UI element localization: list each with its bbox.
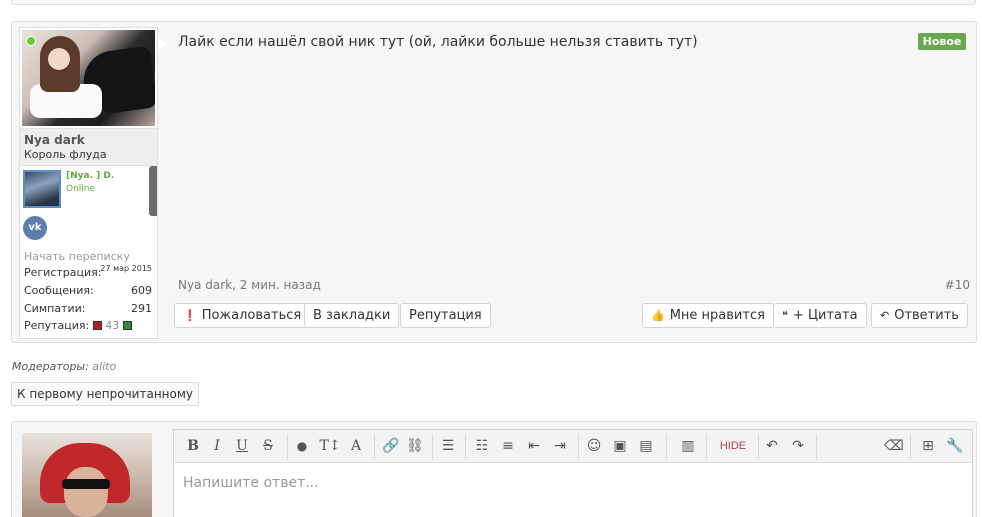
wrench-icon[interactable]: 🔧 xyxy=(946,437,963,455)
quote-button[interactable]: ❝ + Цитата xyxy=(773,303,867,328)
previous-post-edge xyxy=(11,0,976,5)
moderators-line: Модераторы: alito xyxy=(12,360,117,373)
report-button[interactable]: ❗ Пожаловаться xyxy=(174,303,311,328)
font-family-icon[interactable]: A xyxy=(348,437,364,455)
clan-name[interactable]: [Nya. ] D. xyxy=(66,171,114,181)
user-avatar[interactable] xyxy=(22,30,155,126)
undo-icon[interactable]: ↶ xyxy=(764,437,780,455)
strikethrough-icon[interactable]: S xyxy=(261,437,275,455)
post-meta[interactable]: Nya dark, 2 мин. назад xyxy=(178,278,321,292)
start-conversation-link[interactable]: Начать переписку xyxy=(24,250,130,263)
reputation-value: 43 xyxy=(105,319,120,332)
bold-icon[interactable]: B xyxy=(186,437,200,455)
reply-editor: B I U S ● T↕ A 🔗 ⛓ ☰ ☷ ≡ ⇤ ⇥ ☺ ▣ ▤ ▥ HID… xyxy=(173,429,973,517)
side-panel-toggle[interactable] xyxy=(149,166,157,216)
reputation-minus-icon[interactable] xyxy=(92,321,102,330)
stat-messages: Сообщения: 609 xyxy=(24,284,152,297)
first-unread-button[interactable]: К первому непрочитанному xyxy=(11,382,200,406)
unlink-icon[interactable]: ⛓ xyxy=(406,437,424,455)
stat-registration: Регистрация: 27 мар 2015 xyxy=(24,264,152,279)
reply-button[interactable]: ↶ Ответить xyxy=(871,303,968,328)
italic-icon[interactable]: I xyxy=(210,437,224,455)
quote-icon: ❝ xyxy=(782,309,788,322)
smiley-icon[interactable]: ☺ xyxy=(586,437,602,455)
post-number[interactable]: #10 xyxy=(945,278,970,292)
reputation-plus-icon[interactable] xyxy=(122,321,132,330)
post-message: Лайк если нашёл свой ник тут (ой, лайки … xyxy=(178,34,698,50)
font-size-icon[interactable]: T↕ xyxy=(319,437,341,455)
remove-format-icon[interactable]: ⌫ xyxy=(884,437,904,455)
save-draft-icon[interactable]: ▥ xyxy=(680,437,696,455)
user-title: Король флуда xyxy=(24,148,107,161)
underline-icon[interactable]: U xyxy=(235,437,249,455)
reply-arrow-icon: ↶ xyxy=(880,309,890,322)
like-button[interactable]: 👍 Мне нравится xyxy=(642,303,774,328)
outdent-icon[interactable]: ⇤ xyxy=(526,437,542,455)
reputation-button[interactable]: Репутация xyxy=(400,303,491,328)
username-area: Nya dark Король флуда xyxy=(20,128,157,166)
my-avatar[interactable] xyxy=(22,433,152,517)
editor-toolbar: B I U S ● T↕ A 🔗 ⛓ ☰ ☷ ≡ ⇤ ⇥ ☺ ▣ ▤ ▥ HID… xyxy=(174,430,972,463)
redo-icon[interactable]: ↷ xyxy=(790,437,806,455)
user-info-panel: Nya dark Король флуда [Nya. ] D. Online … xyxy=(19,27,158,339)
clan-status: Online xyxy=(66,184,96,194)
moderator-name[interactable]: alito xyxy=(92,360,116,373)
quick-reply: B I U S ● T↕ A 🔗 ⛓ ☰ ☷ ≡ ⇤ ⇥ ☺ ▣ ▤ ▥ HID… xyxy=(11,421,977,517)
reply-input[interactable]: Напишите ответ... xyxy=(183,475,319,491)
media-icon[interactable]: ▤ xyxy=(638,437,654,455)
hide-icon[interactable]: HIDE xyxy=(718,437,748,455)
stat-reputation: Репутация: 43 xyxy=(24,319,152,332)
numbered-list-icon[interactable]: ≡ xyxy=(500,437,516,455)
align-left-icon[interactable]: ☰ xyxy=(440,437,456,455)
bullet-list-icon[interactable]: ☷ xyxy=(474,437,490,455)
text-color-icon[interactable]: ● xyxy=(295,437,309,455)
online-indicator-icon xyxy=(26,36,36,46)
clan-avatar[interactable] xyxy=(23,170,61,208)
bookmark-button[interactable]: В закладки xyxy=(304,303,400,328)
stat-likes: Симпатии: 291 xyxy=(24,302,152,315)
vk-icon[interactable]: vk xyxy=(23,216,47,240)
speech-arrow xyxy=(158,36,166,52)
alert-icon: ❗ xyxy=(183,309,197,322)
image-icon[interactable]: ▣ xyxy=(612,437,628,455)
forum-post: Nya dark Король флуда [Nya. ] D. Online … xyxy=(11,21,977,343)
indent-icon[interactable]: ⇥ xyxy=(552,437,568,455)
thumbs-up-icon: 👍 xyxy=(651,309,665,322)
link-icon[interactable]: 🔗 xyxy=(382,437,399,455)
toggle-source-icon[interactable]: ⊞ xyxy=(920,437,936,455)
username[interactable]: Nya dark xyxy=(24,133,85,147)
new-badge: Новое xyxy=(918,33,966,50)
